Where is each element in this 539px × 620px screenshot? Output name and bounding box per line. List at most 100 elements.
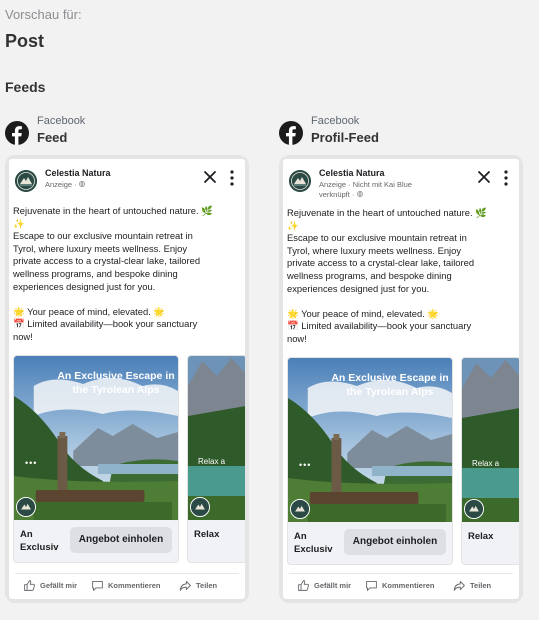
like-button[interactable]: Gefällt mir	[297, 579, 351, 592]
share-label: Teilen	[470, 581, 492, 590]
post-text-line: Escape to our exclusive mountain retreat…	[13, 230, 193, 242]
post-text-line: wellness programs, and bespoke dining	[13, 267, 178, 279]
post-text-line: private access to a crystal-clear lake, …	[13, 255, 201, 267]
more-vertical-icon[interactable]	[227, 169, 237, 187]
globe-icon	[78, 181, 85, 187]
globe-icon	[356, 191, 363, 197]
ad-post: Celestia Natura Anzeige · Rejuvenate in …	[9, 159, 245, 599]
card-image	[462, 358, 519, 522]
preview-label: Vorschau für:	[5, 7, 82, 22]
carousel-card[interactable]: Relax a Relax	[187, 355, 245, 563]
placement-name: Profil-Feed	[311, 130, 379, 145]
card-overlay-text: An Exclusive Escape in the Tyrolean Alps	[331, 372, 449, 398]
card-overlay-text: Relax a	[472, 459, 500, 468]
thumbs-up-icon	[24, 580, 35, 591]
sponsored-line1: Anzeige ·	[45, 180, 79, 189]
carousel[interactable]: An Exclusive Escape in the Tyrolean Alps…	[287, 357, 519, 565]
post-text-line: ✨	[287, 219, 299, 231]
comment-label: Kommentieren	[382, 581, 435, 590]
card-footer: An Exclusiv Angebot einholen	[288, 522, 452, 564]
comment-button[interactable]: Kommentieren	[91, 579, 161, 592]
post-text-line: ✨	[13, 217, 25, 229]
platform-name: Facebook	[311, 115, 360, 127]
card-footer: Relax	[462, 522, 519, 564]
card-headline: Relax	[468, 530, 518, 543]
post-text-line: Tyrol, where luxury meets wellness. Enjo…	[287, 244, 462, 256]
like-label: Gefällt mir	[40, 581, 78, 590]
post-text: Rejuvenate in the heart of untouched nat…	[287, 207, 513, 346]
like-button[interactable]: Gefällt mir	[23, 579, 77, 592]
placement-name: Feed	[37, 130, 68, 145]
post-actions: Gefällt mir Kommentieren Teilen	[289, 573, 513, 599]
placement-header: Facebook Feed	[5, 113, 255, 153]
card-logo-icon	[290, 499, 310, 519]
card-headline: Relax	[194, 528, 244, 541]
card-overlay-text: An Exclusive Escape in the Tyrolean Alps	[57, 370, 175, 396]
card-headline: An Exclusiv	[20, 528, 64, 554]
avatar[interactable]	[289, 170, 311, 192]
comment-button[interactable]: Kommentieren	[365, 579, 435, 592]
carousel-card[interactable]: An Exclusive Escape in the Tyrolean Alps…	[287, 357, 453, 565]
post-text-line: 📅 Limited availability—book your sanctua…	[287, 320, 472, 332]
page-name[interactable]: Celestia Natura	[45, 168, 111, 178]
placement-header: Facebook Profil-Feed	[279, 113, 529, 153]
card-headline-line: Exclusiv	[20, 542, 59, 553]
share-label: Teilen	[196, 581, 218, 590]
card-headline-line: Relax	[468, 531, 494, 542]
close-icon[interactable]	[203, 170, 217, 184]
comment-icon	[366, 580, 377, 591]
card-image	[188, 356, 245, 520]
post-text-line: Escape to our exclusive mountain retreat…	[287, 232, 467, 244]
cta-button[interactable]: Angebot einholen	[344, 529, 446, 555]
sponsored-label: Anzeige ·	[45, 180, 85, 190]
profile-feed-preview-column: Facebook Profil-Feed Celestia Natura Anz…	[279, 113, 529, 603]
close-icon[interactable]	[477, 170, 491, 184]
comment-icon	[92, 580, 103, 591]
post-header: Celestia Natura Anzeige · Nicht mit Kai …	[283, 159, 519, 199]
card-ellipsis: •••	[25, 458, 38, 468]
carousel-card[interactable]: Relax a Relax	[461, 357, 519, 565]
post-actions: Gefällt mir Kommentieren Teilen	[15, 573, 239, 599]
post-text-line: 🌟 Your peace of mind, elevated. 🌟	[13, 305, 166, 317]
share-icon	[179, 580, 191, 591]
phone-frame: Celestia Natura Anzeige · Rejuvenate in …	[5, 155, 249, 603]
card-logo-icon	[190, 497, 210, 517]
post-text-line: experiences designed just for you.	[287, 282, 430, 294]
post-text-line: private access to a crystal-clear lake, …	[287, 257, 475, 269]
sponsored-line1: Anzeige · Nicht mit Kai Blue	[319, 180, 412, 189]
sponsored-label: Anzeige · Nicht mit Kai Blue verknüpft ·	[319, 180, 412, 200]
cta-button[interactable]: Angebot einholen	[70, 527, 172, 553]
post-text-line: wellness programs, and bespoke dining	[287, 269, 452, 281]
card-headline-line: An	[294, 531, 307, 542]
facebook-logo-icon	[5, 121, 29, 145]
feeds-label: Feeds	[5, 79, 46, 95]
thumbs-up-icon	[298, 580, 309, 591]
post-text-line: 📅 Limited availability—book your sanctua…	[13, 318, 198, 330]
share-button[interactable]: Teilen	[179, 579, 217, 592]
carousel-card[interactable]: An Exclusive Escape in the Tyrolean Alps…	[13, 355, 179, 563]
share-button[interactable]: Teilen	[453, 579, 491, 592]
phone-frame: Celestia Natura Anzeige · Nicht mit Kai …	[279, 155, 523, 603]
card-logo-icon	[464, 499, 484, 519]
avatar[interactable]	[15, 170, 37, 192]
platform-name: Facebook	[37, 115, 86, 127]
feed-preview-column: Facebook Feed Celestia Natura Anzeige · …	[5, 113, 255, 603]
post-title: Post	[5, 31, 45, 51]
card-headline-line: An	[20, 529, 33, 540]
carousel[interactable]: An Exclusive Escape in the Tyrolean Alps…	[13, 355, 245, 563]
post-text-line: now!	[13, 330, 33, 342]
post-text-line: Tyrol, where luxury meets wellness. Enjo…	[13, 242, 188, 254]
post-text-line: Rejuvenate in the heart of untouched nat…	[287, 207, 487, 218]
post-text-line: Rejuvenate in the heart of untouched nat…	[13, 205, 213, 216]
post-text-line: 🌟 Your peace of mind, elevated. 🌟	[287, 307, 440, 319]
card-headline-line: Relax	[194, 529, 220, 540]
card-logo-icon	[16, 497, 36, 517]
post-text-line: experiences designed just for you.	[13, 280, 156, 292]
like-label: Gefällt mir	[314, 581, 352, 590]
facebook-logo-icon	[279, 121, 303, 145]
post-header: Celestia Natura Anzeige ·	[9, 159, 245, 199]
post-text: Rejuvenate in the heart of untouched nat…	[13, 205, 239, 344]
more-vertical-icon[interactable]	[501, 169, 511, 187]
sponsored-line2: verknüpft ·	[319, 190, 357, 199]
page-name[interactable]: Celestia Natura	[319, 168, 385, 178]
